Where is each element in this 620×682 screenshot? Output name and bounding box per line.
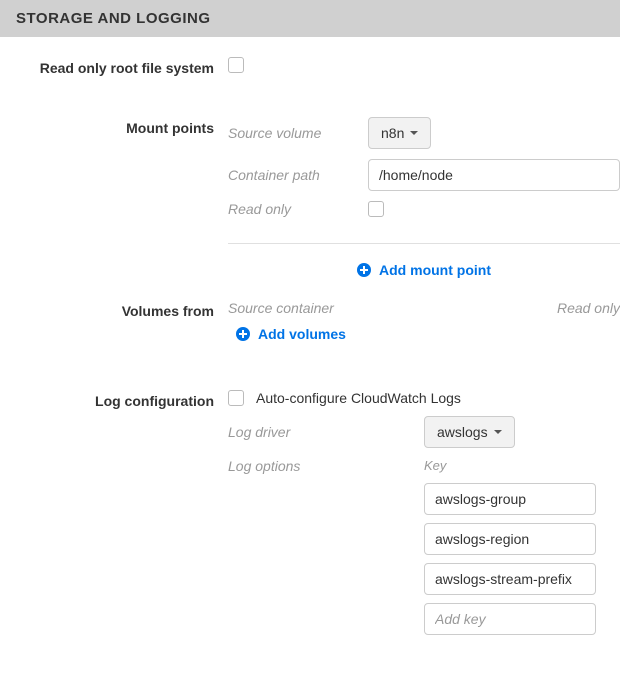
- log-options-key-header: Key: [424, 458, 620, 473]
- subrow-source-volume: Source volume n8n: [228, 117, 620, 149]
- row-log-config: Log configuration Auto-configure CloudWa…: [0, 390, 620, 645]
- add-volumes-label: Add volumes: [258, 326, 346, 342]
- dropdown-log-driver[interactable]: awslogs: [424, 416, 515, 448]
- sublabel-container-path: Container path: [228, 167, 368, 183]
- dropdown-source-volume-value: n8n: [381, 125, 404, 141]
- row-mount-points: Mount points Source volume n8n Container…: [0, 117, 620, 227]
- subrow-log-driver: Log driver awslogs: [228, 416, 620, 448]
- plus-icon: [236, 327, 250, 341]
- row-add-mount-point: Add mount point: [228, 256, 620, 300]
- dropdown-log-driver-value: awslogs: [437, 424, 488, 440]
- input-log-key-add[interactable]: [424, 603, 596, 635]
- label-readonly-root: Read only root file system: [0, 57, 228, 79]
- row-add-volumes: Add volumes: [228, 326, 620, 342]
- dropdown-source-volume[interactable]: n8n: [368, 117, 431, 149]
- plus-icon: [357, 263, 371, 277]
- add-mount-point-label: Add mount point: [379, 262, 491, 278]
- subrow-container-path: Container path: [228, 159, 620, 191]
- subrow-volumes-headers: Source container Read only: [228, 300, 620, 316]
- input-log-key[interactable]: [424, 483, 596, 515]
- input-container-path[interactable]: [368, 159, 620, 191]
- subrow-mount-read-only: Read only: [228, 201, 620, 217]
- row-volumes-from: Volumes from Source container Read only …: [0, 300, 620, 352]
- divider: [228, 243, 620, 244]
- label-log-config: Log configuration: [0, 390, 228, 412]
- checkbox-mount-read-only[interactable]: [368, 201, 384, 217]
- sublabel-log-driver: Log driver: [228, 424, 424, 440]
- sublabel-log-options: Log options: [228, 458, 424, 474]
- sublabel-mount-read-only: Read only: [228, 201, 368, 217]
- add-mount-point-button[interactable]: Add mount point: [357, 262, 491, 278]
- label-auto-cloudwatch: Auto-configure CloudWatch Logs: [256, 390, 461, 406]
- section-header: STORAGE AND LOGGING: [0, 0, 620, 37]
- sublabel-source-container: Source container: [228, 300, 368, 316]
- label-mount-points: Mount points: [0, 117, 228, 139]
- sublabel-source-volume: Source volume: [228, 125, 368, 141]
- label-volumes-from: Volumes from: [0, 300, 228, 322]
- log-options-key-column: Key: [424, 458, 620, 635]
- subrow-auto-cloudwatch: Auto-configure CloudWatch Logs: [228, 390, 620, 406]
- sublabel-volumes-read-only: Read only: [557, 300, 620, 316]
- checkbox-auto-cloudwatch[interactable]: [228, 390, 244, 406]
- input-log-key[interactable]: [424, 563, 596, 595]
- add-volumes-button[interactable]: Add volumes: [236, 326, 346, 342]
- chevron-down-icon: [410, 131, 418, 135]
- section-title: STORAGE AND LOGGING: [16, 10, 211, 27]
- row-readonly-root: Read only root file system: [0, 57, 620, 79]
- subrow-log-options: Log options Key: [228, 458, 620, 635]
- checkbox-readonly-root[interactable]: [228, 57, 244, 73]
- chevron-down-icon: [494, 430, 502, 434]
- input-log-key[interactable]: [424, 523, 596, 555]
